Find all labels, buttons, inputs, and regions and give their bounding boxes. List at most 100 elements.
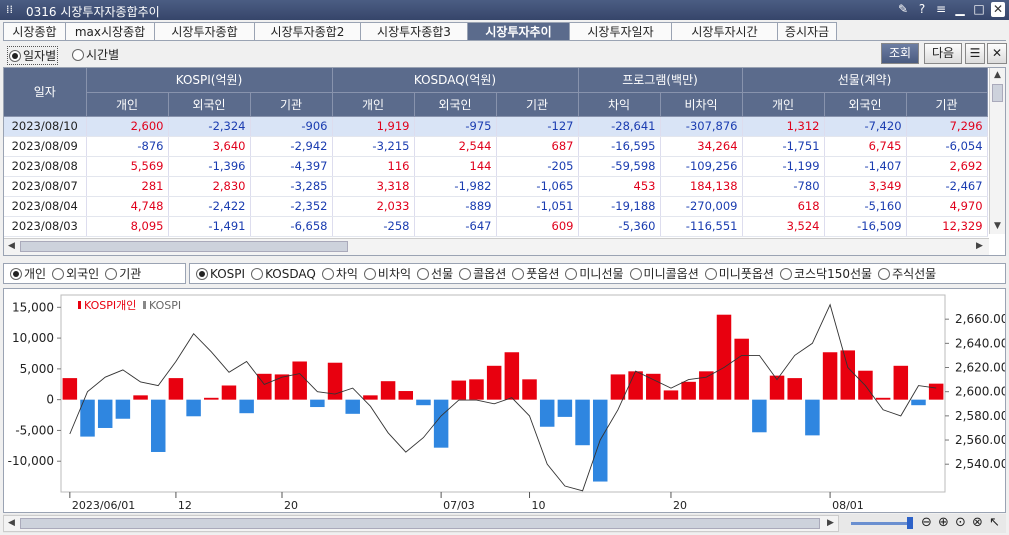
investor-radio-1[interactable]: 외국인	[52, 265, 99, 282]
market-radio-6[interactable]: 풋옵션	[512, 265, 559, 282]
header-col-10[interactable]: 기관	[906, 92, 988, 117]
market-radio-4[interactable]: 선물	[417, 265, 453, 282]
bar[interactable]	[610, 374, 626, 400]
vertical-scroll-thumb[interactable]	[992, 84, 1003, 102]
bar[interactable]	[928, 383, 944, 400]
close-icon[interactable]: ✕	[991, 2, 1005, 17]
header-date[interactable]: 일자	[4, 68, 87, 117]
zoom-reset-icon[interactable]: ⊗	[972, 515, 983, 530]
tab-3[interactable]: 시장투자종합2	[254, 22, 361, 41]
market-radio-1[interactable]: KOSDAQ	[251, 267, 316, 281]
bar[interactable]	[681, 381, 696, 400]
header-col-9[interactable]: 외국인	[824, 92, 907, 117]
period-daily-radio[interactable]: 일자별	[7, 46, 59, 65]
table-row[interactable]: 2023/08/08 5,569 -1,396 -4,397 116 144 -205 -59…	[4, 156, 988, 177]
header-col-0[interactable]: 개인	[86, 92, 169, 117]
bar[interactable]	[840, 350, 856, 400]
bar[interactable]	[893, 365, 909, 400]
market-radio-10[interactable]: 코스닥150선물	[779, 265, 872, 282]
market-radio-9[interactable]: 미니풋옵션	[704, 265, 774, 282]
tab-6[interactable]: 시장투자일자	[569, 22, 672, 41]
bar[interactable]	[62, 378, 78, 400]
next-button[interactable]: 다음	[924, 43, 962, 64]
header-col-3[interactable]: 개인	[332, 92, 415, 117]
bar[interactable]	[398, 391, 414, 400]
bar[interactable]	[575, 399, 590, 446]
chart-horizontal-scrollbar[interactable]: ◀ ▶	[3, 515, 839, 532]
market-radio-2[interactable]: 차익	[321, 265, 358, 282]
close-panel-icon[interactable]: ✕	[987, 43, 1007, 64]
cursor-tool-icon[interactable]: ↖	[989, 515, 1000, 530]
bar[interactable]	[433, 399, 449, 448]
header-col-8[interactable]: 개인	[742, 92, 825, 117]
bar[interactable]	[80, 399, 95, 437]
horizontal-scroll-thumb[interactable]	[20, 241, 348, 252]
table-row[interactable]: 2023/08/10 2,600 -2,324 -906 1,919 -975 -127 -2…	[4, 116, 988, 137]
settings-icon[interactable]: ≡	[934, 2, 948, 17]
pin-icon[interactable]: ✎	[896, 2, 910, 17]
chart-scroll-right-icon[interactable]: ▶	[827, 518, 834, 528]
header-col-5[interactable]: 기관	[496, 92, 579, 117]
market-radio-11[interactable]: 주식선물	[878, 265, 936, 282]
bar[interactable]	[204, 397, 219, 400]
header-col-2[interactable]: 기관	[250, 92, 333, 117]
tab-0[interactable]: 시장종합	[3, 22, 66, 41]
bar[interactable]	[345, 399, 360, 414]
plot-area[interactable]	[60, 294, 946, 493]
header-col-6[interactable]: 차익	[578, 92, 661, 117]
minimize-icon[interactable]: ▁	[953, 2, 967, 17]
market-radio-5[interactable]: 콜옵션	[459, 265, 506, 282]
bar[interactable]	[363, 395, 378, 400]
bar[interactable]	[115, 399, 131, 419]
bar[interactable]	[522, 379, 537, 400]
menu-grip-icon[interactable]: ⁞⁞	[6, 3, 13, 16]
market-radio-8[interactable]: 미니콜옵션	[629, 265, 699, 282]
bar[interactable]	[168, 378, 184, 400]
market-radio-3[interactable]: 비차익	[363, 265, 411, 282]
bar[interactable]	[274, 374, 290, 400]
tab-2[interactable]: 시장투자종합	[154, 22, 255, 41]
bar[interactable]	[752, 399, 767, 433]
header-col-4[interactable]: 외국인	[414, 92, 497, 117]
chart-scroll-thumb[interactable]	[20, 518, 820, 529]
bar[interactable]	[716, 314, 732, 400]
bar[interactable]	[875, 397, 891, 400]
bar[interactable]	[133, 395, 148, 400]
bar[interactable]	[239, 399, 254, 414]
tab-1[interactable]: max시장종합	[65, 22, 155, 41]
bar[interactable]	[469, 379, 484, 400]
scroll-right-icon[interactable]: ▶	[976, 241, 983, 251]
bar[interactable]	[310, 399, 325, 408]
bar[interactable]	[663, 390, 679, 400]
bar[interactable]	[416, 399, 431, 406]
table-row[interactable]: 2023/08/04 4,748 -2,422 -2,352 2,033 -889 -1,0…	[4, 196, 988, 217]
bar[interactable]	[504, 352, 520, 400]
bar[interactable]	[646, 373, 661, 400]
bar[interactable]	[539, 399, 555, 427]
tab-7[interactable]: 시장투자시간	[671, 22, 778, 41]
bar[interactable]	[186, 399, 201, 417]
header-col-7[interactable]: 비차익	[660, 92, 743, 117]
zoom-fit-icon[interactable]: ⊙	[955, 515, 966, 530]
scroll-up-icon[interactable]: ▲	[994, 70, 1001, 80]
bar[interactable]	[734, 338, 749, 400]
zoom-slider[interactable]	[851, 522, 911, 525]
market-radio-0[interactable]: KOSPI	[196, 267, 245, 281]
investor-radio-2[interactable]: 기관	[105, 265, 141, 282]
maximize-icon[interactable]: □	[972, 2, 986, 17]
zoom-out-icon[interactable]: ⊖	[921, 515, 932, 530]
bar[interactable]	[97, 399, 113, 428]
zoom-slider-thumb[interactable]	[907, 517, 913, 529]
bar[interactable]	[699, 371, 714, 400]
bar[interactable]	[292, 361, 307, 400]
chart-scroll-left-icon[interactable]: ◀	[8, 518, 15, 528]
table-row[interactable]: 2023/08/07 281 2,830 -3,285 3,318 -1,982 -1,06…	[4, 176, 988, 197]
tab-4[interactable]: 시장투자종합3	[360, 22, 468, 41]
tab-5[interactable]: 시장투자추이	[467, 22, 570, 41]
scroll-down-icon[interactable]: ▼	[994, 221, 1001, 231]
bar[interactable]	[787, 378, 802, 400]
period-hourly-radio[interactable]: 시간별	[72, 46, 119, 63]
tab-8[interactable]: 증시자금	[777, 22, 837, 41]
bar[interactable]	[486, 365, 502, 400]
header-col-1[interactable]: 외국인	[168, 92, 251, 117]
